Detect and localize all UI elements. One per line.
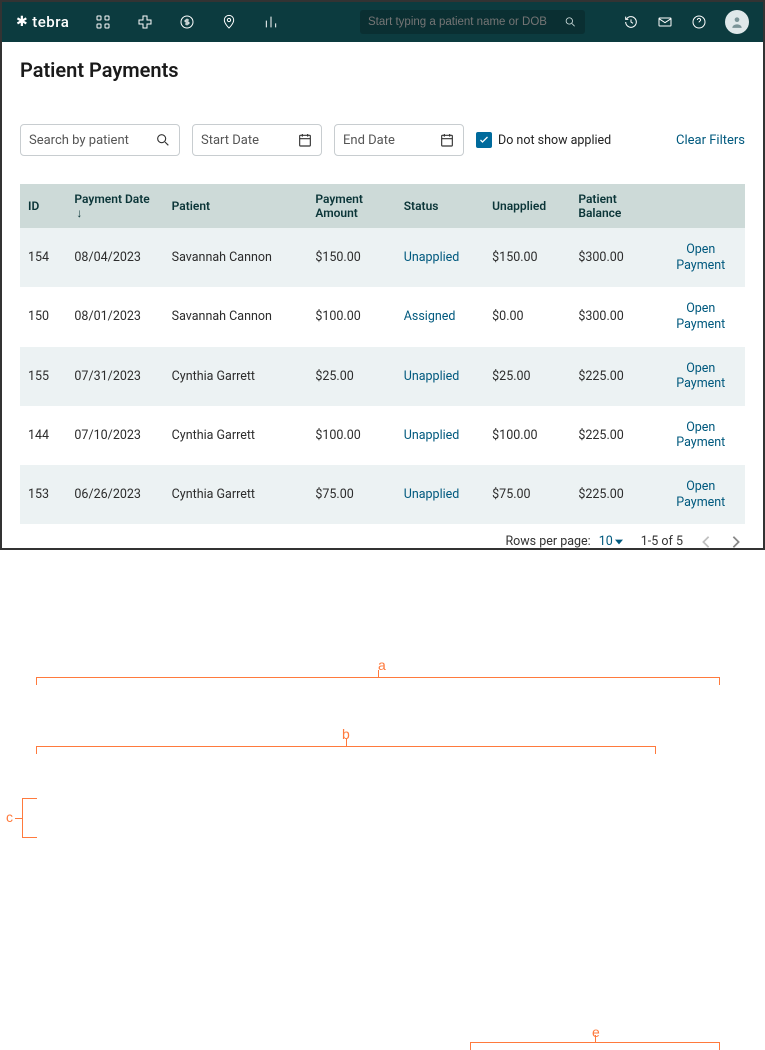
sort-desc-icon: ↓ [76,206,82,220]
start-date-input[interactable]: Start Date [192,124,322,156]
cell-unapplied: $0.00 [484,287,570,346]
cell-date: 08/04/2023 [66,228,163,287]
rows-per-page: Rows per page: 10 [505,534,622,549]
clear-filters-link[interactable]: Clear Filters [676,133,745,148]
global-search-input[interactable] [368,16,558,28]
filter-row: Search by patient Start Date End Date Do… [20,124,745,156]
table-row[interactable]: 14407/10/2023Cynthia Garrett$100.00Unapp… [20,406,745,465]
cell-unapplied: $150.00 [484,228,570,287]
open-payment-link[interactable]: OpenPayment [657,465,745,524]
cell-id: 155 [20,347,66,406]
cell-amount: $150.00 [307,228,395,287]
do-not-show-applied-checkbox[interactable]: Do not show applied [476,132,611,148]
cell-balance: $225.00 [570,406,656,465]
cell-patient: Savannah Cannon [164,228,308,287]
cell-unapplied: $75.00 [484,465,570,524]
cell-amount: $100.00 [307,406,395,465]
plus-medical-icon[interactable] [137,14,153,30]
cell-status[interactable]: Assigned [396,287,484,346]
end-date-input[interactable]: End Date [334,124,464,156]
cell-status[interactable]: Unapplied [396,228,484,287]
table-row[interactable]: 15408/04/2023Savannah Cannon$150.00Unapp… [20,228,745,287]
avatar[interactable] [725,10,749,34]
nav-icons [95,14,279,30]
cell-date: 07/10/2023 [66,406,163,465]
cell-patient: Savannah Cannon [164,287,308,346]
cell-patient: Cynthia Garrett [164,406,308,465]
cell-balance: $225.00 [570,347,656,406]
history-icon[interactable] [623,14,639,30]
cell-status[interactable]: Unapplied [396,347,484,406]
cell-date: 07/31/2023 [66,347,163,406]
rows-per-page-select[interactable]: 10 [599,534,623,549]
top-nav: ✱ tebra [2,2,763,42]
cell-id: 144 [20,406,66,465]
open-payment-link[interactable]: OpenPayment [657,287,745,346]
brand[interactable]: ✱ tebra [16,13,69,31]
open-payment-link[interactable]: OpenPayment [657,347,745,406]
checkbox-icon [476,132,492,148]
mail-icon[interactable] [657,14,673,30]
cell-id: 153 [20,465,66,524]
right-icons [623,10,749,34]
brand-logo-icon: ✱ [16,14,28,30]
help-icon[interactable] [691,14,707,30]
brand-text: tebra [32,13,69,31]
cell-unapplied: $25.00 [484,347,570,406]
col-payment-date[interactable]: Payment Date ↓ [66,184,163,228]
cell-status[interactable]: Unapplied [396,406,484,465]
table-header-row: ID Payment Date ↓ Patient Payment Amount… [20,184,745,228]
search-icon [564,15,577,29]
col-payment-amount[interactable]: Payment Amount [307,184,395,228]
cell-status[interactable]: Unapplied [396,465,484,524]
page-body: Patient Payments Search by patient Start… [2,42,763,559]
cell-amount: $25.00 [307,347,395,406]
calendar-icon [439,132,455,148]
col-patient-balance[interactable]: Patient Balance [570,184,656,228]
open-payment-link[interactable]: OpenPayment [657,228,745,287]
caret-down-icon [615,539,623,545]
col-id[interactable]: ID [20,184,66,228]
cell-id: 154 [20,228,66,287]
calendar-icon [297,132,313,148]
cell-patient: Cynthia Garrett [164,347,308,406]
cell-balance: $225.00 [570,465,656,524]
search-patient-input[interactable]: Search by patient [20,124,180,156]
open-payment-link[interactable]: OpenPayment [657,406,745,465]
pager-prev-button[interactable] [701,535,711,549]
col-patient[interactable]: Patient [164,184,308,228]
cell-amount: $75.00 [307,465,395,524]
cell-unapplied: $100.00 [484,406,570,465]
global-search[interactable] [360,10,585,34]
table-row[interactable]: 15008/01/2023Savannah Cannon$100.00Assig… [20,287,745,346]
cell-balance: $300.00 [570,287,656,346]
chart-icon[interactable] [263,14,279,30]
pagination: Rows per page: 10 1-5 of 5 [20,524,745,549]
page-title: Patient Payments [20,58,745,82]
table-row[interactable]: 15507/31/2023Cynthia Garrett$25.00Unappl… [20,347,745,406]
location-icon[interactable] [221,14,237,30]
cell-date: 06/26/2023 [66,465,163,524]
cell-amount: $100.00 [307,287,395,346]
dollar-icon[interactable] [179,14,195,30]
table-row[interactable]: 15306/26/2023Cynthia Garrett$75.00Unappl… [20,465,745,524]
apps-icon[interactable] [95,14,111,30]
pager-nav [701,535,741,549]
cell-date: 08/01/2023 [66,287,163,346]
cell-balance: $300.00 [570,228,656,287]
col-status[interactable]: Status [396,184,484,228]
col-unapplied[interactable]: Unapplied [484,184,570,228]
col-action [657,184,745,228]
payments-table: ID Payment Date ↓ Patient Payment Amount… [20,184,745,524]
search-icon [155,132,171,148]
pager-next-button[interactable] [731,535,741,549]
pager-range: 1-5 of 5 [641,534,683,549]
cell-patient: Cynthia Garrett [164,465,308,524]
cell-id: 150 [20,287,66,346]
